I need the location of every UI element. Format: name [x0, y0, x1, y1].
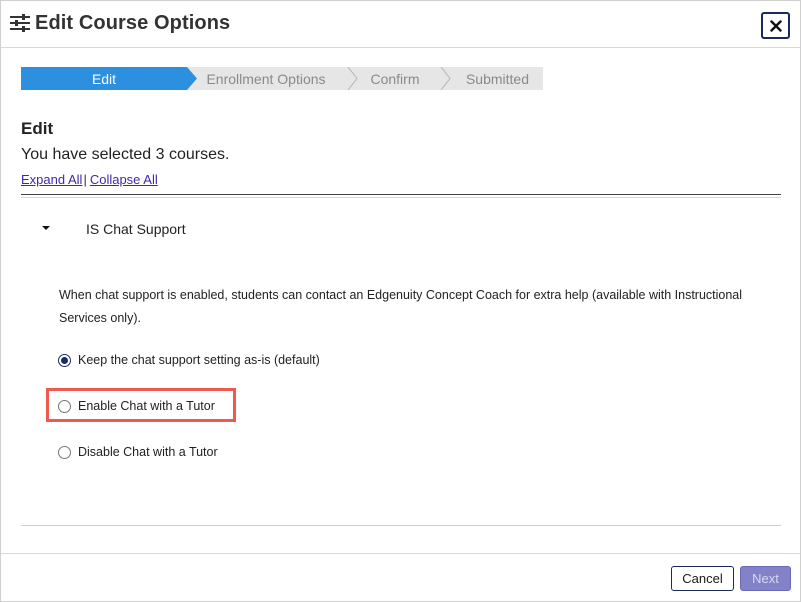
step-confirm: Confirm [370, 70, 420, 87]
close-button[interactable] [761, 12, 790, 39]
accordion-title: IS Chat Support [86, 221, 186, 237]
step-arrow-icon [440, 67, 451, 90]
radio-enable-chat[interactable] [58, 399, 71, 413]
expand-all-link[interactable]: Expand All [21, 172, 82, 187]
divider [21, 194, 781, 195]
close-icon [769, 19, 782, 32]
radio-keep-setting[interactable] [58, 353, 71, 367]
option-label: Keep the chat support setting as-is (def… [78, 353, 320, 367]
cancel-button[interactable]: Cancel [671, 566, 734, 591]
divider [21, 197, 781, 198]
collapse-all-link[interactable]: Collapse All [90, 172, 158, 187]
step-edit: Edit [21, 67, 187, 90]
selected-courses-text: You have selected 3 courses. [21, 146, 230, 163]
radio-disable-chat[interactable] [58, 445, 71, 459]
progress-stepper: Edit Enrollment Options Confirm Submitte… [21, 67, 543, 90]
modal-title: Edit Course Options [35, 12, 231, 34]
modal-header: Edit Course Options [1, 1, 800, 48]
option-enable-chat[interactable]: Enable Chat with a Tutor [58, 396, 215, 416]
expand-collapse-links: Expand All| Collapse All [21, 172, 158, 187]
edit-course-options-modal: Edit Course Options Edit Enrollment Opti… [0, 0, 801, 602]
step-arrow-icon [347, 67, 358, 90]
step-enrollment-options: Enrollment Options [206, 70, 326, 87]
option-label: Enable Chat with a Tutor [78, 399, 215, 413]
next-button[interactable]: Next [740, 566, 791, 591]
option-disable-chat[interactable]: Disable Chat with a Tutor [58, 442, 218, 462]
step-arrow-icon [187, 67, 197, 90]
step-submitted: Submitted [465, 70, 530, 87]
sliders-icon [10, 14, 30, 32]
chat-support-description: When chat support is enabled, students c… [59, 288, 743, 325]
option-keep-setting[interactable]: Keep the chat support setting as-is (def… [58, 350, 320, 370]
link-separator: | [83, 172, 87, 187]
panel-bottom-border [21, 525, 781, 527]
option-label: Disable Chat with a Tutor [78, 445, 218, 459]
caret-down-icon[interactable] [39, 223, 53, 233]
section-heading: Edit [21, 119, 54, 138]
